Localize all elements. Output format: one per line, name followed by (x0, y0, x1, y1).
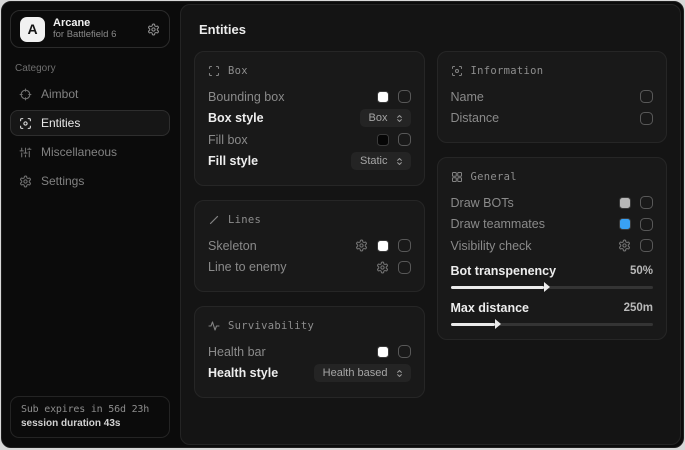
draw-teammates-checkbox[interactable] (640, 218, 653, 231)
fill-box-checkbox[interactable] (398, 133, 411, 146)
row-name: Name (451, 86, 654, 108)
line-to-enemy-settings-gear-icon[interactable] (376, 261, 389, 274)
left-column: Box Bounding box Box style Box (194, 51, 425, 398)
sidebar-nav: Aimbot Entities Miscellaneous Settings (10, 81, 170, 194)
row-health-style: Health style Health based (208, 363, 411, 385)
general-card: General Draw BOTs Draw teammates (437, 157, 668, 340)
category-label: Category (15, 63, 165, 74)
color-swatch[interactable] (619, 218, 631, 230)
sidebar-item-label: Entities (41, 116, 80, 130)
sliders-icon (19, 146, 32, 159)
row-line-to-enemy: Line to enemy (208, 257, 411, 279)
visibility-settings-gear-icon[interactable] (618, 239, 631, 252)
page-title: Entities (199, 22, 667, 37)
bot-transparency-slider[interactable] (451, 286, 654, 289)
gear-icon[interactable] (147, 23, 160, 36)
row-bounding-box: Bounding box (208, 86, 411, 108)
bot-transparency-slider-block: Bot transpenency 50% (451, 264, 654, 289)
app-avatar: A (20, 17, 45, 42)
app-subtitle: for Battlefield 6 (53, 30, 139, 41)
session-duration-text: session duration 43s (21, 418, 159, 429)
fill-style-dropdown[interactable]: Static (351, 152, 411, 170)
info-scan-icon (451, 65, 463, 77)
gear-icon (19, 175, 32, 188)
health-style-dropdown[interactable]: Health based (314, 364, 411, 382)
sidebar-item-label: Settings (41, 174, 84, 188)
row-draw-bots: Draw BOTs (451, 192, 654, 214)
card-title: Lines (228, 214, 261, 226)
color-swatch[interactable] (377, 134, 389, 146)
eye-scan-icon (19, 117, 32, 130)
card-title: General (471, 171, 517, 183)
survivability-card: Survivability Health bar Health style He… (194, 306, 425, 398)
distance-checkbox[interactable] (640, 112, 653, 125)
grid-icon (451, 171, 463, 183)
row-distance: Distance (451, 108, 654, 130)
row-draw-teammates: Draw teammates (451, 214, 654, 236)
app-name: Arcane (53, 17, 139, 30)
color-swatch[interactable] (377, 346, 389, 358)
lines-card: Lines Skeleton Line to enemy (194, 200, 425, 292)
color-swatch[interactable] (619, 197, 631, 209)
visibility-check-checkbox[interactable] (640, 239, 653, 252)
max-distance-value: 250m (624, 302, 653, 314)
max-distance-slider[interactable] (451, 323, 654, 326)
sidebar-item-settings[interactable]: Settings (10, 168, 170, 194)
app-window: A Arcane for Battlefield 6 Category Aimb… (1, 1, 684, 448)
sidebar: A Arcane for Battlefield 6 Category Aimb… (2, 2, 178, 447)
sub-expiry-text: Sub expires in 56d 23h (21, 404, 159, 415)
sidebar-item-entities[interactable]: Entities (10, 110, 170, 136)
slider-fill[interactable] (451, 323, 496, 326)
draw-bots-checkbox[interactable] (640, 196, 653, 209)
health-bar-checkbox[interactable] (398, 345, 411, 358)
card-title: Box (228, 65, 248, 77)
sidebar-item-label: Aimbot (41, 87, 78, 101)
max-distance-slider-block: Max distance 250m (451, 301, 654, 326)
row-fill-style: Fill style Static (208, 151, 411, 173)
diagonal-line-icon (208, 214, 220, 226)
row-visibility-check: Visibility check (451, 235, 654, 257)
box-style-dropdown[interactable]: Box (360, 109, 411, 127)
crosshair-icon (19, 88, 32, 101)
main-panel: Entities Box Bounding box (180, 4, 681, 445)
row-box-style: Box style Box (208, 108, 411, 130)
chevrons-up-down-icon (395, 157, 404, 166)
sidebar-item-miscellaneous[interactable]: Miscellaneous (10, 139, 170, 165)
chevrons-up-down-icon (395, 114, 404, 123)
line-to-enemy-checkbox[interactable] (398, 261, 411, 274)
box-card: Box Bounding box Box style Box (194, 51, 425, 186)
card-title: Information (471, 65, 544, 77)
name-checkbox[interactable] (640, 90, 653, 103)
row-skeleton: Skeleton (208, 235, 411, 257)
card-title: Survivability (228, 320, 314, 332)
right-column: Information Name Distance (437, 51, 668, 340)
subscription-info-card: Sub expires in 56d 23h session duration … (10, 396, 170, 438)
row-health-bar: Health bar (208, 341, 411, 363)
heart-pulse-icon (208, 320, 220, 332)
color-swatch[interactable] (377, 240, 389, 252)
box-scan-icon (208, 65, 220, 77)
color-swatch[interactable] (377, 91, 389, 103)
skeleton-settings-gear-icon[interactable] (355, 239, 368, 252)
skeleton-checkbox[interactable] (398, 239, 411, 252)
sidebar-item-aimbot[interactable]: Aimbot (10, 81, 170, 107)
row-fill-box: Fill box (208, 129, 411, 151)
bot-transparency-value: 50% (630, 265, 653, 277)
bounding-box-checkbox[interactable] (398, 90, 411, 103)
information-card: Information Name Distance (437, 51, 668, 143)
chevrons-up-down-icon (395, 369, 404, 378)
slider-fill[interactable] (451, 286, 544, 289)
app-logo-card: A Arcane for Battlefield 6 (10, 10, 170, 48)
sidebar-item-label: Miscellaneous (41, 145, 117, 159)
